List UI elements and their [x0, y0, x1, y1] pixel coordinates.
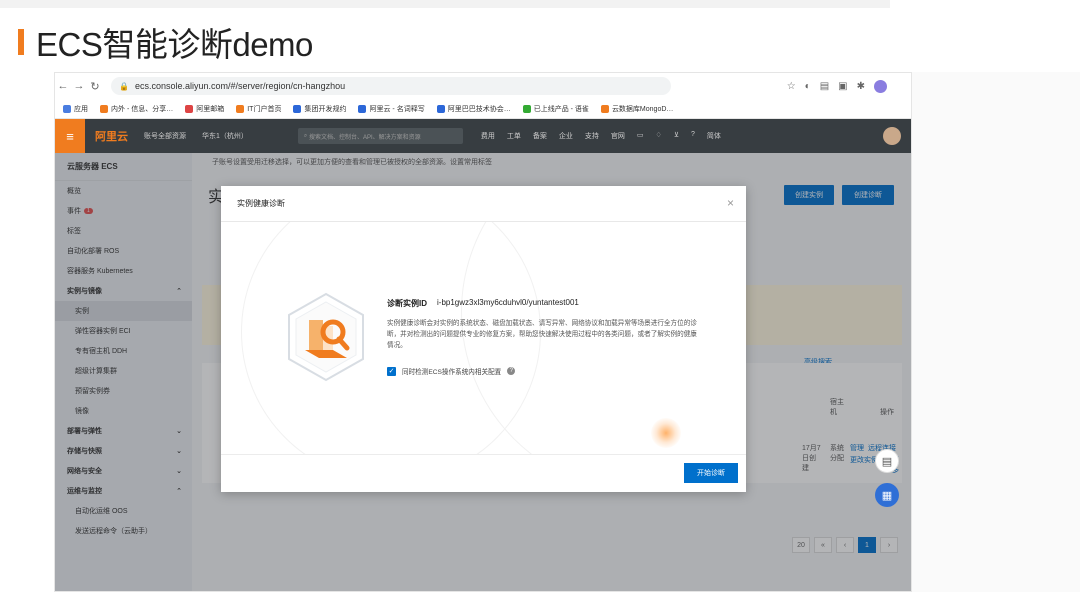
help-icon[interactable]: ?: [691, 131, 695, 141]
os-config-checkbox[interactable]: ✓: [387, 366, 396, 376]
decorative-glow: [651, 418, 681, 448]
chat-icon[interactable]: ▤: [875, 449, 899, 473]
diagnosis-description: 实例健康诊断会对实例的系统状态、磁盘加载状态、请写异常、网络协议和加载异常等场景…: [387, 320, 697, 349]
browser-toolbar: ← → ↻ 🔒 ecs.console.aliyun.com/#/server/…: [55, 73, 911, 99]
os-config-checkbox-label: 同时检测ECS操作系统内相关配置: [402, 369, 502, 376]
puzzle-icon[interactable]: ✱: [857, 81, 865, 92]
health-diagnosis-dialog: 实例健康诊断 × 诊断实例ID i-bp1gwz3xl3my6cduhvl0/y…: [221, 186, 746, 492]
language-select[interactable]: 简体: [707, 131, 721, 141]
slide-title: ECS智能诊断demo: [18, 22, 313, 63]
title-accent-bar: [18, 29, 24, 55]
link-official[interactable]: 官网: [611, 131, 625, 141]
console-search-input[interactable]: ⌕ 搜索文档、控制台、API、解决方案和资源: [297, 128, 463, 144]
extension-icon[interactable]: ◐: [805, 81, 811, 92]
account-scope-select[interactable]: 账号全部资源: [144, 131, 186, 141]
diagnosis-illustration-icon: [288, 292, 364, 382]
slide-title-text: ECS智能诊断demo: [36, 26, 313, 63]
aliyun-logo: 阿里云: [95, 131, 128, 143]
slide: ECS智能诊断demo ← → ↻ 🔒 ecs.console.aliyun.c…: [0, 0, 1080, 597]
star-icon[interactable]: ☆: [787, 81, 796, 92]
os-config-check-option[interactable]: ✓ 同时检测ECS操作系统内相关配置 ?: [387, 366, 516, 376]
bookmark-6[interactable]: 阿里巴巴技术协会…: [436, 104, 511, 114]
reload-icon[interactable]: ↻: [87, 80, 103, 93]
diagnosis-instance-id: 诊断实例ID i-bp1gwz3xl3my6cduhvl0/yuntantest…: [387, 298, 579, 309]
cart-icon[interactable]: ⊻: [674, 131, 679, 141]
bell-icon[interactable]: ♢: [656, 131, 662, 141]
instance-id-value: i-bp1gwz3xl3my6cduhvl0/yuntantest001: [437, 298, 579, 307]
back-icon[interactable]: ←: [55, 80, 71, 92]
bookmark-2[interactable]: 阿里邮箱: [185, 104, 224, 114]
bookmark-1[interactable]: 内外 - 信息、分享…: [100, 104, 173, 114]
link-support[interactable]: 支持: [585, 131, 599, 141]
console-screenshot: ← → ↻ 🔒 ecs.console.aliyun.com/#/server/…: [54, 72, 912, 592]
lock-icon: 🔒: [119, 81, 129, 91]
start-diagnosis-button[interactable]: 开始诊断: [684, 463, 738, 483]
console-header: ≡ 阿里云 账号全部资源 华东1（杭州） ⌕ 搜索文档、控制台、API、解决方案…: [55, 119, 911, 153]
link-icp[interactable]: 备案: [533, 131, 547, 141]
dialog-footer: 开始诊断: [221, 454, 746, 492]
user-avatar[interactable]: [883, 127, 901, 145]
menu-icon[interactable]: ≡: [55, 119, 85, 153]
dialog-body: 诊断实例ID i-bp1gwz3xl3my6cduhvl0/yuntantest…: [221, 222, 746, 454]
reader-icon[interactable]: ▤: [820, 81, 829, 92]
tab-icon[interactable]: ▣: [838, 81, 847, 92]
instance-id-label: 诊断实例ID: [387, 299, 427, 308]
link-fees[interactable]: 费用: [481, 131, 495, 141]
apps-grid-icon[interactable]: ▦: [875, 483, 899, 507]
close-icon[interactable]: ×: [727, 196, 734, 210]
bookmarks-bar: 应用 内外 - 信息、分享… 阿里邮箱 IT门户首页 集团开发规约 阿里云 - …: [55, 99, 911, 119]
bookmark-5[interactable]: 阿里云 - 名词释写: [358, 104, 425, 114]
help-icon[interactable]: ?: [507, 367, 516, 375]
forward-icon[interactable]: →: [71, 80, 87, 92]
url-text: ecs.console.aliyun.com/#/server/region/c…: [134, 81, 346, 91]
link-tickets[interactable]: 工单: [507, 131, 521, 141]
bookmark-apps[interactable]: 应用: [63, 104, 88, 114]
bookmark-3[interactable]: IT门户首页: [236, 104, 281, 114]
terminal-icon[interactable]: ▭: [637, 131, 644, 141]
address-bar[interactable]: 🔒 ecs.console.aliyun.com/#/server/region…: [111, 77, 671, 95]
top-strip: [0, 0, 890, 8]
bookmark-8[interactable]: 云数据库MongoD…: [600, 104, 673, 114]
bookmark-7[interactable]: 已上线产品 - 语雀: [522, 104, 589, 114]
link-enterprise[interactable]: 企业: [559, 131, 573, 141]
browser-extensions: ☆ ◐ ▤ ▣ ✱: [787, 79, 911, 93]
profile-avatar[interactable]: [874, 79, 887, 93]
header-links: 费用 工单 备案 企业 支持 官网 ▭ ♢ ⊻ ? 简体: [481, 131, 721, 141]
side-shadow: [912, 72, 1080, 592]
bookmark-4[interactable]: 集团开发规约: [293, 104, 346, 114]
region-select[interactable]: 华东1（杭州）: [202, 131, 248, 141]
dialog-title: 实例健康诊断: [221, 186, 746, 222]
